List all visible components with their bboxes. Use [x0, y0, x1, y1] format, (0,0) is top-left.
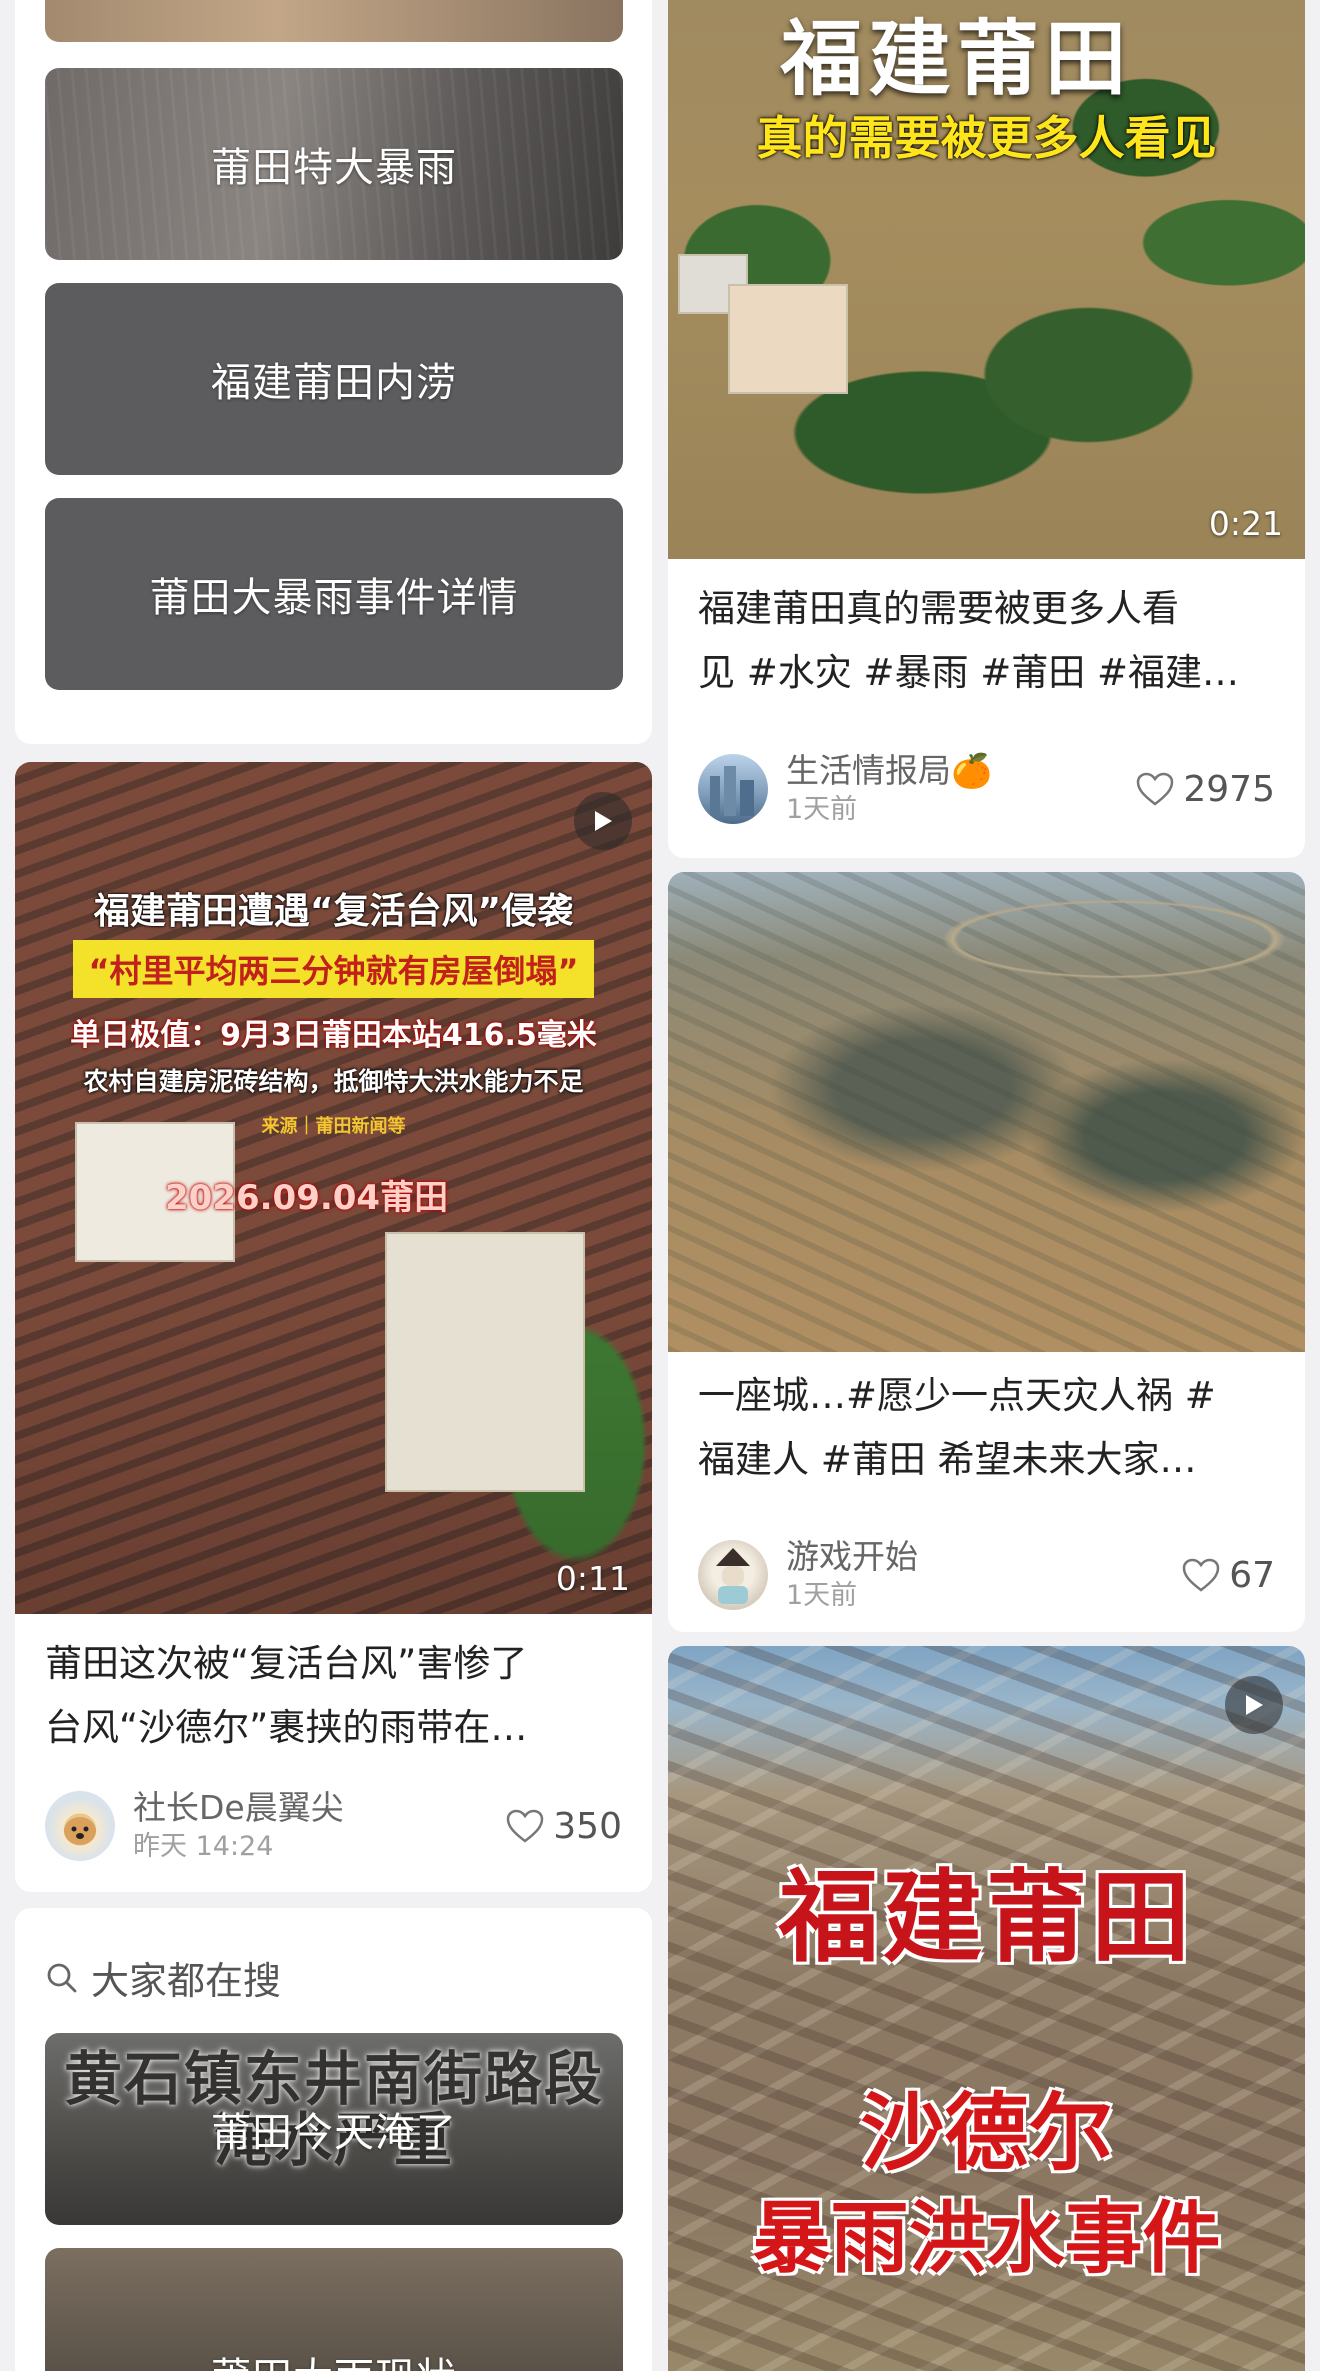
cover-date-text: 2026.09.04莆田: [165, 1178, 449, 1218]
cover-subtitle: 沙德尔: [860, 2084, 1113, 2182]
search-suggestion-card: 莆田特大暴雨 福建莆田内涝 莆田大暴雨事件详情: [15, 0, 652, 744]
suggestion-item[interactable]: 福建莆田内涝: [45, 283, 623, 475]
popular-search-header: 大家都在搜: [45, 1950, 281, 2005]
heart-icon: [1137, 772, 1174, 806]
suggestion-item[interactable]: 黄石镇东井南街路段 淹水严重 莆田今天淹了: [45, 2033, 623, 2225]
post-title[interactable]: 福建莆田真的需要被更多人看 见 #水灾 #暴雨 #莆田 #福建…: [668, 577, 1305, 705]
cover-text: 福建莆田遭遇“复活台风”侵袭: [93, 891, 574, 932]
popular-search-card: 大家都在搜 黄石镇东井南街路段 淹水严重 莆田今天淹了 莆田大雨现状: [15, 1908, 652, 2371]
like-count: 2975: [1183, 768, 1275, 810]
suggestion-item[interactable]: 莆田大雨现状: [45, 2248, 623, 2371]
post-title[interactable]: 一座城…#愿少一点天灾人祸 # 福建人 #莆田 希望未来大家…: [668, 1364, 1305, 1492]
feed-post-card[interactable]: 福建莆田遭遇“复活台风”侵袭 “村里平均两三分钟就有房屋倒塌” 单日极值：9月3…: [15, 762, 652, 1892]
heart-icon: [507, 1809, 544, 1843]
suggestion-image-partial[interactable]: [45, 0, 623, 42]
video-duration: 0:21: [1208, 504, 1283, 543]
suggestion-label: 莆田大雨现状: [211, 2345, 457, 2371]
cover-subtitle: 真的需要被更多人看见: [756, 111, 1217, 165]
feed-post-card[interactable]: 福建莆田 真的需要被更多人看见 0:21 福建莆田真的需要被更多人看 见 #水灾…: [668, 0, 1305, 858]
post-cover-image[interactable]: [668, 872, 1305, 1352]
heart-icon: [1182, 1558, 1220, 1592]
like-count: 350: [553, 1805, 622, 1847]
cover-title: 福建莆田: [778, 1859, 1195, 1976]
cover-text: 单日极值：9月3日莆田本站416.5毫米: [70, 1018, 597, 1053]
suggestion-item[interactable]: 莆田大暴雨事件详情: [45, 498, 623, 690]
post-time: 1天前: [786, 794, 858, 825]
post-meta: 生活情报局🍊 1天前 2975: [698, 750, 1275, 828]
like-count: 67: [1229, 1554, 1275, 1596]
suggestion-label: 莆田今天淹了: [211, 2110, 457, 2156]
suggestion-label: 福建莆田内涝: [211, 360, 457, 406]
post-cover-image[interactable]: 福建莆田 沙德尔 暴雨洪水事件: [668, 1646, 1305, 2371]
search-icon: [47, 1963, 77, 1992]
popular-search-title: 大家都在搜: [91, 1959, 282, 2003]
post-meta: 社长De晨翼尖 昨天 14:24 350: [45, 1787, 622, 1865]
post-meta: 游戏开始 1天前 67: [698, 1536, 1275, 1614]
author-name[interactable]: 游戏开始: [786, 1536, 1181, 1578]
suggestion-label: 莆田特大暴雨: [211, 145, 457, 191]
play-icon[interactable]: [574, 792, 632, 850]
cover-text: “村里平均两三分钟就有房屋倒塌”: [73, 940, 594, 998]
like-button[interactable]: 2975: [1135, 769, 1275, 810]
cover-title: 福建莆田: [780, 12, 1133, 107]
suggestion-item[interactable]: 莆田特大暴雨: [45, 68, 623, 260]
author-name[interactable]: 生活情报局🍊: [786, 750, 1135, 792]
author-name[interactable]: 社长De晨翼尖: [133, 1787, 505, 1829]
cover-text: 农村自建房泥砖结构，抵御特大洪水能力不足: [83, 1067, 584, 1096]
cover-subtitle: 暴雨洪水事件: [752, 2194, 1221, 2284]
cover-text: 来源｜莆田新闻等: [261, 1116, 406, 1137]
like-button[interactable]: 67: [1181, 1555, 1275, 1596]
suggestion-label: 莆田大暴雨事件详情: [149, 575, 519, 621]
play-icon[interactable]: [1225, 1676, 1283, 1734]
post-time: 昨天 14:24: [133, 1831, 274, 1862]
avatar[interactable]: [698, 754, 768, 824]
avatar[interactable]: [698, 1540, 768, 1610]
like-button[interactable]: 350: [505, 1806, 622, 1847]
post-cover-image[interactable]: 福建莆田 真的需要被更多人看见 0:21: [668, 0, 1305, 559]
feed-post-card[interactable]: 福建莆田 沙德尔 暴雨洪水事件: [668, 1646, 1305, 2371]
post-cover-image[interactable]: 福建莆田遭遇“复活台风”侵袭 “村里平均两三分钟就有房屋倒塌” 单日极值：9月3…: [15, 762, 652, 1614]
video-duration: 0:11: [555, 1559, 630, 1598]
feed-post-card[interactable]: 一座城…#愿少一点天灾人祸 # 福建人 #莆田 希望未来大家… 游戏开始 1天前…: [668, 872, 1305, 1632]
post-time: 1天前: [786, 1580, 858, 1611]
post-title[interactable]: 莆田这次被“复活台风”害惨了 台风“沙德尔”裹挟的雨带在…: [15, 1632, 652, 1760]
avatar[interactable]: [45, 1791, 115, 1861]
